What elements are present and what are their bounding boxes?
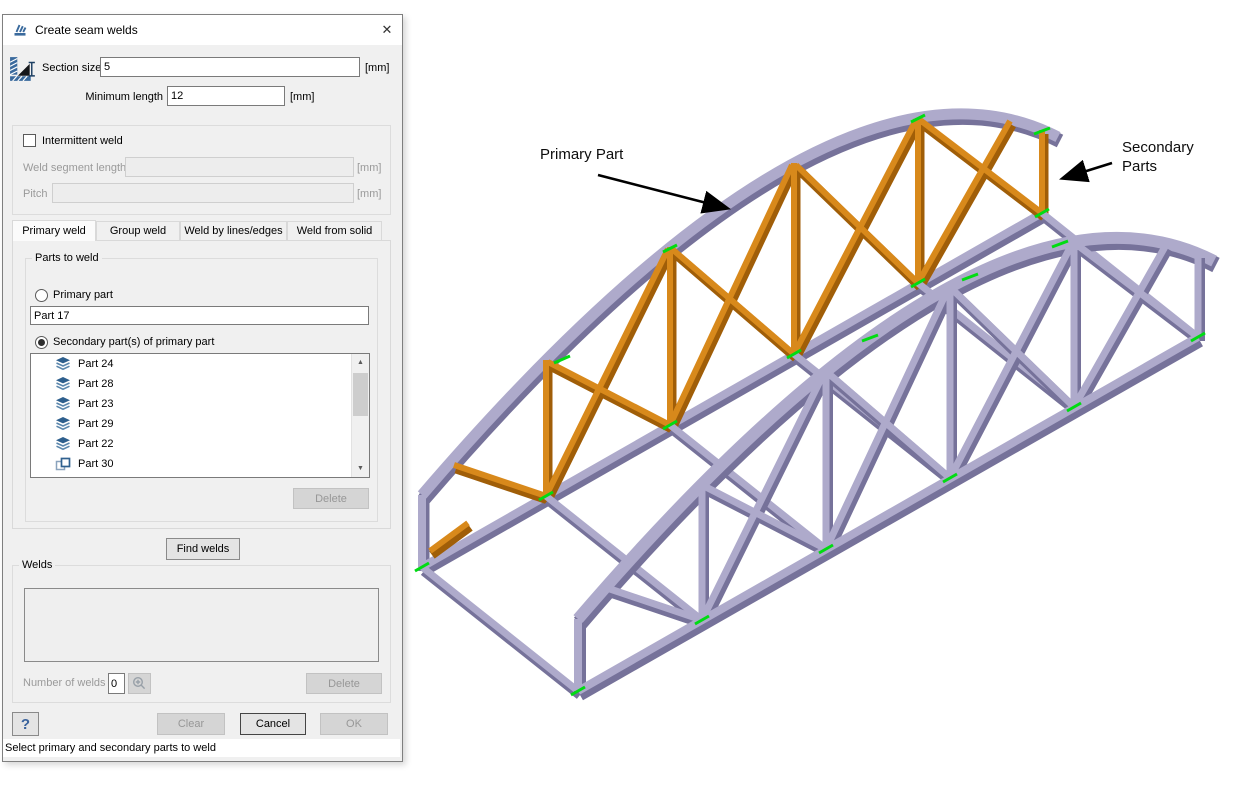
tab-primary-weld[interactable]: Primary weld [12, 220, 96, 241]
parts-to-weld-group-label: Parts to weld [32, 252, 102, 264]
screen: { "window": { "title": "Create seam weld… [0, 0, 1248, 795]
secondary-parts-annotation-line1: Secondary [1122, 139, 1194, 158]
ok-button[interactable]: OK [320, 713, 388, 735]
bridge-deck-cross-beams [422, 213, 1200, 695]
part-icon [55, 376, 71, 392]
part-icon [55, 396, 71, 412]
pitch-unit: [mm] [357, 188, 381, 200]
zoom-welds-button[interactable] [128, 673, 151, 694]
delete-parts-button[interactable]: Delete [293, 488, 369, 509]
tab-group-weld[interactable]: Group weld [96, 221, 180, 241]
model-viewport[interactable] [410, 100, 1248, 795]
primary-part-arrow [598, 175, 726, 208]
weld-segment-length-input [125, 157, 354, 177]
primary-part-annotation: Primary Part [540, 146, 623, 165]
cancel-button[interactable]: Cancel [240, 713, 306, 735]
part-icon [55, 356, 71, 372]
list-item-label: Part 23 [78, 398, 113, 410]
part-icon [55, 436, 71, 452]
delete-welds-button[interactable]: Delete [306, 673, 382, 694]
list-item-part-24[interactable]: Part 24 [31, 354, 369, 374]
dialog-title: Create seam welds [35, 23, 138, 37]
scroll-thumb[interactable] [353, 373, 368, 416]
secondary-parts-annotation: Secondary Parts [1122, 139, 1194, 177]
close-icon[interactable]: ✕ [375, 19, 399, 40]
list-scrollbar[interactable]: ▲ ▼ [351, 354, 369, 477]
weld-app-icon [12, 22, 29, 38]
part-icon [55, 476, 71, 478]
primary-part-radio-label: Primary part [53, 289, 113, 301]
minimum-length-input[interactable] [167, 86, 285, 106]
weld-section-icon [8, 56, 39, 83]
section-size-unit: [mm] [365, 62, 389, 74]
secondary-parts-list[interactable]: Part 24 Part 28 Part 23 Part 29 Part 22 … [30, 353, 370, 478]
list-item-label: Part 29 [78, 418, 113, 430]
intermittent-weld-label: Intermittent weld [42, 135, 123, 147]
list-item-label: Part 24 [78, 358, 113, 370]
bridge-model [415, 114, 1216, 695]
tab-weld-by-lines-edges[interactable]: Weld by lines/edges [180, 221, 287, 241]
secondary-parts-radio[interactable] [35, 336, 48, 349]
list-item-part-22[interactable]: Part 22 [31, 434, 369, 454]
primary-part-radio[interactable] [35, 289, 48, 302]
list-item-part-23[interactable]: Part 23 [31, 394, 369, 414]
section-size-input[interactable] [100, 57, 360, 77]
list-item-part-28[interactable]: Part 28 [31, 374, 369, 394]
intermittent-weld-group: Intermittent weld Weld segment length [m… [12, 125, 391, 215]
part-icon [55, 416, 71, 432]
list-item-part-30[interactable]: Part 30 [31, 454, 369, 474]
magnifier-icon [132, 676, 147, 691]
welds-group-label: Welds [19, 559, 55, 571]
status-text: Select primary and secondary parts to we… [5, 742, 216, 754]
clear-button[interactable]: Clear [157, 713, 225, 735]
welds-group: Welds Number of welds Delete [12, 565, 391, 703]
pitch-input [52, 183, 354, 203]
welds-list[interactable] [24, 588, 379, 662]
weld-segment-length-label: Weld segment length [23, 162, 126, 174]
status-bar: Select primary and secondary parts to we… [3, 739, 400, 757]
part-ref-icon [55, 456, 71, 472]
intermittent-weld-checkbox[interactable] [23, 134, 36, 147]
scroll-up-icon[interactable]: ▲ [352, 354, 369, 371]
tab-weld-from-solid[interactable]: Weld from solid [287, 221, 382, 241]
scroll-down-icon[interactable]: ▼ [352, 460, 369, 477]
find-welds-button[interactable]: Find welds [166, 538, 240, 560]
primary-part-input[interactable] [30, 306, 369, 325]
secondary-parts-radio-label: Secondary part(s) of primary part [53, 336, 214, 348]
parts-to-weld-group: Parts to weld Primary part Secondary par… [25, 258, 378, 522]
annotation-arrows [598, 163, 1112, 208]
section-size-label: Section size [42, 62, 101, 74]
title-bar[interactable]: Create seam welds ✕ [3, 15, 402, 45]
pitch-label: Pitch [23, 188, 47, 200]
list-item-part-29[interactable]: Part 29 [31, 414, 369, 434]
weld-segment-length-unit: [mm] [357, 162, 381, 174]
secondary-parts-arrow [1064, 163, 1112, 178]
secondary-parts-annotation-line2: Parts [1122, 158, 1194, 177]
create-seam-welds-dialog: Create seam welds ✕ Section size [mm] Mi… [2, 14, 403, 762]
list-item-label: Part 28 [78, 378, 113, 390]
minimum-length-unit: [mm] [290, 91, 314, 103]
list-item-partial[interactable] [31, 474, 369, 478]
number-of-welds-label: Number of welds [23, 677, 106, 689]
list-item-label: Part 30 [78, 458, 113, 470]
help-button[interactable]: ? [12, 712, 39, 736]
list-item-label: Part 22 [78, 438, 113, 450]
minimum-length-label: Minimum length [43, 91, 163, 103]
number-of-welds-input[interactable] [108, 673, 125, 694]
